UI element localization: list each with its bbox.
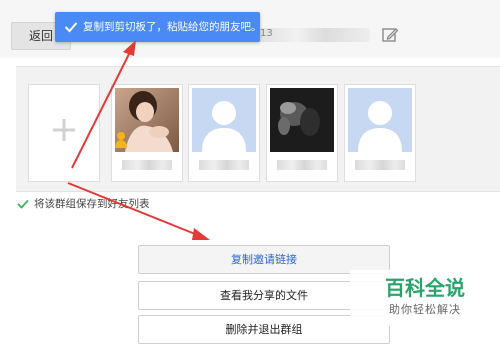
member-tile[interactable] <box>188 84 260 182</box>
watermark-brand: 百科全说 <box>385 276 465 300</box>
checkmark-icon[interactable] <box>17 198 29 210</box>
add-member-button[interactable] <box>28 84 100 182</box>
edit-icon[interactable] <box>381 26 399 44</box>
arrow-head-right <box>192 228 210 240</box>
default-avatar-icon <box>192 88 256 152</box>
member-name-blurred <box>277 160 327 170</box>
member-name-blurred <box>122 160 172 170</box>
member-name-blurred <box>355 160 405 170</box>
check-icon <box>64 22 78 33</box>
member-tile[interactable] <box>111 84 183 182</box>
group-name-blurred: 13 <box>258 28 370 42</box>
owner-badge-icon <box>115 132 127 148</box>
watermark-logo: 百科全说 助你轻松解决 <box>350 270 500 326</box>
default-avatar-icon <box>348 88 412 152</box>
member-tile[interactable] <box>344 84 416 182</box>
plus-icon <box>53 119 75 141</box>
save-group-label: 将该群组保存到好友列表 <box>34 198 150 210</box>
toast-message: 复制到剪切板了，粘贴给您的朋友吧。 <box>83 21 262 33</box>
copied-toast: 复制到剪切板了，粘贴给您的朋友吧。 <box>55 12 262 42</box>
watermark-slogan: 助你轻松解决 <box>389 303 461 316</box>
member-name-blurred <box>199 160 249 170</box>
member-tile[interactable] <box>266 84 338 182</box>
member-avatar <box>270 88 334 152</box>
